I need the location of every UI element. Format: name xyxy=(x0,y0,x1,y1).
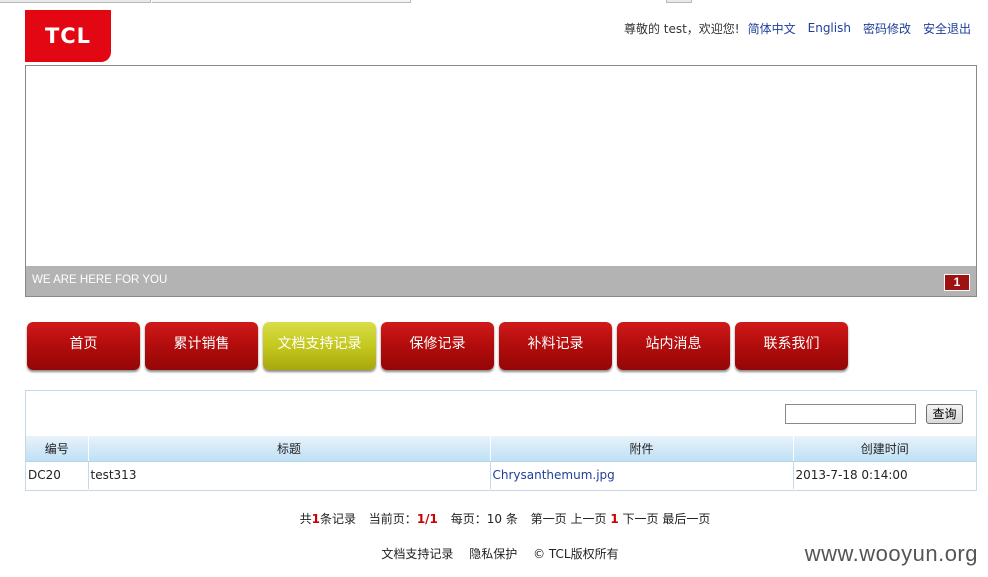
cell-title: test313 xyxy=(88,461,491,489)
tab-messages[interactable]: 站内消息 xyxy=(617,322,730,370)
table-row: DC20 test313 Chrysanthemum.jpg 2013-7-18… xyxy=(26,461,976,489)
column-header-created: 创建时间 xyxy=(793,436,976,462)
watermark: www.wooyun.org xyxy=(804,541,978,566)
logout-link[interactable]: 安全退出 xyxy=(923,20,971,37)
banner: WE ARE HERE FOR YOU 1 xyxy=(25,65,977,297)
total-suffix: 条记录 xyxy=(319,512,356,526)
banner-page-indicator[interactable]: 1 xyxy=(944,274,970,291)
last-page-link[interactable]: 最后一页 xyxy=(662,512,710,526)
next-page-link[interactable]: 下一页 xyxy=(623,512,659,526)
table-header-row: 编号 标题 附件 创建时间 xyxy=(26,436,976,462)
footer-copyright: © TCL版权所有 xyxy=(533,547,619,561)
banner-caption-bar: WE ARE HERE FOR YOU 1 xyxy=(26,266,976,296)
logo-text: TCL xyxy=(44,24,92,48)
page-number[interactable]: 1 xyxy=(610,512,618,526)
current-page-value: 1/1 xyxy=(416,512,438,526)
browser-tab[interactable] xyxy=(0,0,151,3)
first-page-link[interactable]: 第一页 xyxy=(531,512,567,526)
browser-tab[interactable] xyxy=(666,0,692,3)
column-header-title: 标题 xyxy=(88,436,491,462)
search-button[interactable]: 查询 xyxy=(926,404,963,424)
current-page-label: 当前页： xyxy=(368,512,417,526)
tab-document-support[interactable]: 文档支持记录 xyxy=(263,322,376,370)
tab-parts-records[interactable]: 补料记录 xyxy=(499,322,612,370)
cell-id: DC20 xyxy=(26,461,89,489)
total-prefix: 共 xyxy=(299,512,312,526)
lang-english-link[interactable]: English xyxy=(808,21,851,35)
prev-page-link[interactable]: 上一页 xyxy=(571,512,607,526)
tab-warranty-records[interactable]: 保修记录 xyxy=(381,322,494,370)
change-password-link[interactable]: 密码修改 xyxy=(863,20,911,37)
cell-created-time: 2013-7-18 0:14:00 xyxy=(795,468,908,483)
welcome-greeting: 尊敬的 test，欢迎您! xyxy=(623,21,740,36)
footer-link-privacy[interactable]: 隐私保护 xyxy=(469,547,517,561)
search-input[interactable] xyxy=(785,404,916,424)
per-page-label: 每页： xyxy=(450,512,487,526)
records-table: 编号 标题 附件 创建时间 DC20 test313 Chrysanthemum… xyxy=(26,436,976,489)
top-nav: 尊敬的 test，欢迎您! 简体中文 English 密码修改 安全退出 xyxy=(624,19,971,37)
attachment-link[interactable]: Chrysanthemum.jpg xyxy=(490,461,794,489)
column-header-id: 编号 xyxy=(26,436,89,462)
browser-tab[interactable] xyxy=(152,0,411,3)
banner-caption: WE ARE HERE FOR YOU xyxy=(32,274,168,286)
pagination: 共1条记录 当前页：1/1 每页：10 条 第一页 上一页 1 下一页 最后一页 xyxy=(0,510,988,527)
browser-tabstrip xyxy=(0,0,988,3)
records-panel: 查询 编号 标题 附件 创建时间 DC20 test313 Chrysanthe… xyxy=(25,390,977,491)
lang-chinese-link[interactable]: 简体中文 xyxy=(748,20,796,37)
per-page-value: 10 条 xyxy=(486,512,518,526)
total-count: 1 xyxy=(311,512,320,526)
tab-contact-us[interactable]: 联系我们 xyxy=(735,322,848,370)
tab-home[interactable]: 首页 xyxy=(27,322,140,370)
tab-cumulative-sales[interactable]: 累计销售 xyxy=(145,322,258,370)
column-header-attachment: 附件 xyxy=(490,436,794,462)
tcl-logo[interactable]: TCL xyxy=(25,10,111,62)
footer-link-docs[interactable]: 文档支持记录 xyxy=(381,547,453,561)
